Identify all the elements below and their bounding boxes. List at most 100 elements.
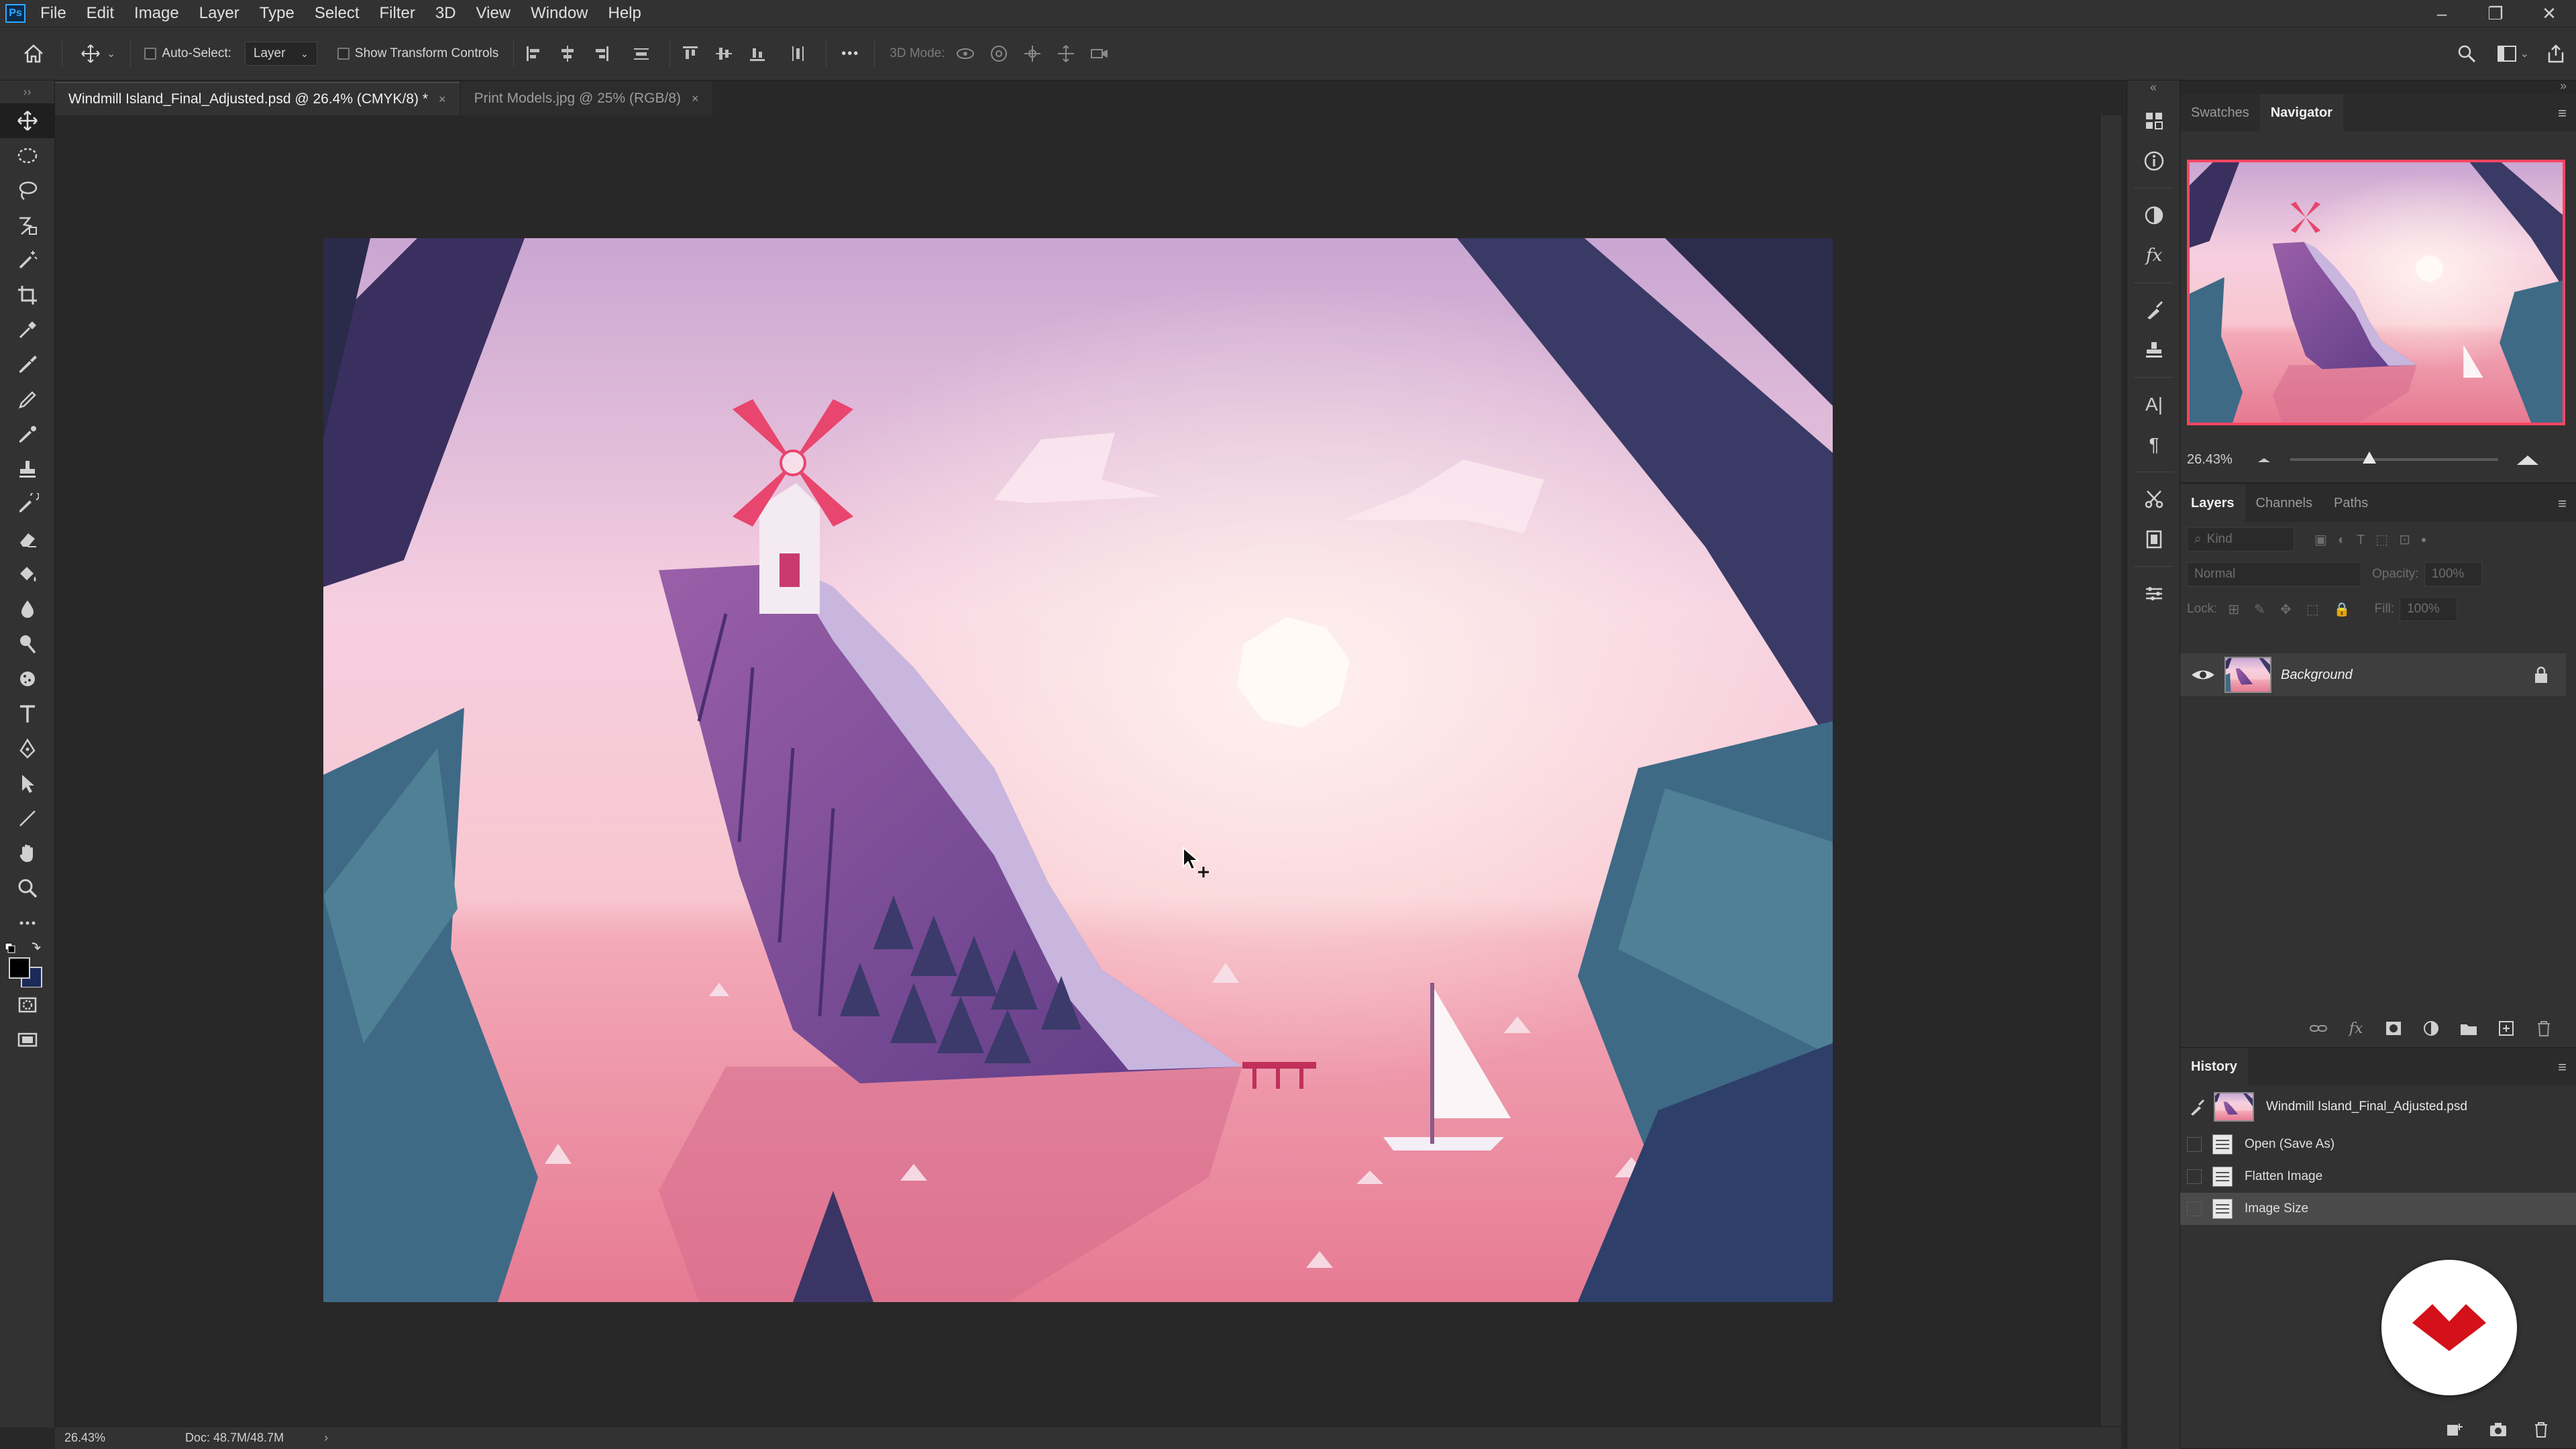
share-icon[interactable] [2542, 40, 2569, 67]
align-left-icon[interactable] [521, 40, 547, 67]
path-selection-tool[interactable] [0, 766, 55, 801]
minimize-button[interactable]: – [2415, 0, 2469, 27]
delete-layer-icon[interactable] [2525, 1020, 2563, 1037]
mixer-brush-tool[interactable] [0, 417, 55, 452]
brush-settings-icon[interactable] [2127, 290, 2181, 330]
history-step[interactable]: Open (Save As) [2180, 1128, 2576, 1161]
marquee-tool[interactable] [0, 138, 55, 173]
vertical-scrollbar[interactable] [2100, 115, 2121, 1426]
crop-tool[interactable] [0, 278, 55, 313]
menu-3d[interactable]: 3D [435, 4, 456, 23]
layer-name[interactable]: Background [2281, 667, 2353, 683]
zoom-level[interactable]: 26.43% [64, 1431, 165, 1445]
more-tools[interactable] [0, 906, 55, 941]
paint-bucket-tool[interactable] [0, 557, 55, 592]
tab-navigator[interactable]: Navigator [2259, 94, 2343, 131]
artboard-icon[interactable] [2127, 519, 2181, 559]
type-tool[interactable] [0, 696, 55, 731]
pencil-tool[interactable] [0, 382, 55, 417]
checkbox-box[interactable] [144, 48, 157, 60]
new-layer-icon[interactable] [2487, 1020, 2525, 1037]
align-horizontal-center-icon[interactable] [554, 40, 581, 67]
panel-menu-icon[interactable]: ≡ [2558, 496, 2567, 511]
history-snapshot[interactable]: Windmill Island_Final_Adjusted.psd [2180, 1085, 2576, 1128]
checkbox-box[interactable] [337, 48, 350, 60]
close-icon[interactable]: × [692, 92, 699, 106]
tools-scissors-icon[interactable] [2127, 479, 2181, 519]
home-icon[interactable] [20, 40, 47, 67]
history-brush-checkbox[interactable] [2187, 1169, 2202, 1184]
chevron-down-icon[interactable]: ⌄ [107, 47, 115, 60]
align-right-icon[interactable] [588, 40, 614, 67]
filter-kind-dropdown[interactable]: ⌕ Kind [2187, 527, 2294, 551]
auto-select-target-dropdown[interactable]: Layer ⌄ [244, 42, 317, 66]
filter-toggle-icon[interactable]: ● [2421, 534, 2426, 545]
history-brush-checkbox[interactable] [2187, 1201, 2202, 1216]
menu-file[interactable]: File [40, 4, 66, 23]
new-document-from-state-icon[interactable] [2434, 1421, 2477, 1438]
move-tool-preset-icon[interactable] [77, 40, 104, 67]
menu-type[interactable]: Type [260, 4, 294, 23]
show-transform-controls-checkbox[interactable]: Show Transform Controls [337, 46, 498, 61]
create-snapshot-icon[interactable] [2477, 1421, 2520, 1438]
object-selection-tool[interactable] [0, 208, 55, 243]
healing-brush-tool[interactable] [0, 347, 55, 382]
pen-tool[interactable] [0, 731, 55, 766]
lock-icon[interactable] [2532, 665, 2550, 684]
line-tool[interactable] [0, 801, 55, 836]
history-step[interactable]: Flatten Image [2180, 1161, 2576, 1193]
navigator-zoom-value[interactable]: 26.43% [2187, 452, 2254, 468]
tab-windmill-island[interactable]: Windmill Island_Final_Adjusted.psd @ 26.… [55, 82, 460, 115]
3d-orbit-icon[interactable] [952, 40, 979, 67]
distribute-vertical-icon[interactable] [628, 40, 655, 67]
paragraph-icon[interactable]: ¶ [2127, 425, 2181, 465]
collapse-panels-icon[interactable]: » [2560, 79, 2567, 93]
adjustments-icon[interactable] [2127, 195, 2181, 235]
panel-menu-icon[interactable]: ≡ [2558, 106, 2567, 121]
zoom-out-icon[interactable] [2254, 451, 2274, 468]
close-icon[interactable]: × [439, 93, 446, 107]
align-vertical-center-icon[interactable] [710, 40, 737, 67]
close-button[interactable]: ✕ [2522, 0, 2576, 27]
hand-tool[interactable] [0, 836, 55, 871]
character-icon[interactable]: A| [2127, 384, 2181, 425]
tab-swatches[interactable]: Swatches [2180, 94, 2260, 131]
align-top-icon[interactable] [677, 40, 704, 67]
eraser-tool[interactable] [0, 522, 55, 557]
properties-icon[interactable] [2127, 574, 2181, 614]
search-icon[interactable] [2453, 40, 2480, 67]
tab-history[interactable]: History [2180, 1048, 2248, 1085]
history-brush-tool[interactable] [0, 487, 55, 522]
toolbar-grip[interactable]: ›› [0, 80, 54, 103]
navigator-zoom-slider[interactable] [2290, 451, 2498, 464]
link-layers-icon[interactable] [2300, 1022, 2337, 1035]
status-menu-arrow[interactable]: › [324, 1431, 328, 1445]
tab-paths[interactable]: Paths [2323, 484, 2379, 522]
clone-source-icon[interactable] [2127, 330, 2181, 370]
menu-edit[interactable]: Edit [87, 4, 114, 23]
blur-tool[interactable] [0, 592, 55, 627]
info-icon[interactable] [2127, 141, 2181, 181]
panel-menu-icon[interactable]: ≡ [2558, 1060, 2567, 1075]
lasso-tool[interactable] [0, 173, 55, 208]
menu-image[interactable]: Image [134, 4, 179, 23]
menu-select[interactable]: Select [315, 4, 360, 23]
zoom-in-icon[interactable] [2514, 451, 2541, 468]
menu-filter[interactable]: Filter [380, 4, 415, 23]
navigator-preview[interactable] [2187, 160, 2565, 425]
fill-input[interactable]: 100% [2400, 597, 2458, 621]
align-bottom-icon[interactable] [744, 40, 771, 67]
blend-mode-dropdown[interactable]: Normal [2187, 562, 2361, 586]
delete-state-icon[interactable] [2520, 1421, 2563, 1438]
eye-icon[interactable] [2190, 665, 2216, 685]
new-group-icon[interactable] [2450, 1020, 2487, 1036]
move-tool[interactable] [0, 103, 55, 138]
3d-roll-icon[interactable] [985, 40, 1012, 67]
eyedropper-tool[interactable] [0, 313, 55, 347]
menu-help[interactable]: Help [608, 4, 641, 23]
clone-stamp-tool[interactable] [0, 452, 55, 487]
workspace-icon[interactable] [2493, 40, 2520, 67]
menu-layer[interactable]: Layer [199, 4, 239, 23]
layer-row-background[interactable]: Background [2180, 653, 2566, 696]
adjustment-layer-icon[interactable] [2412, 1020, 2450, 1037]
